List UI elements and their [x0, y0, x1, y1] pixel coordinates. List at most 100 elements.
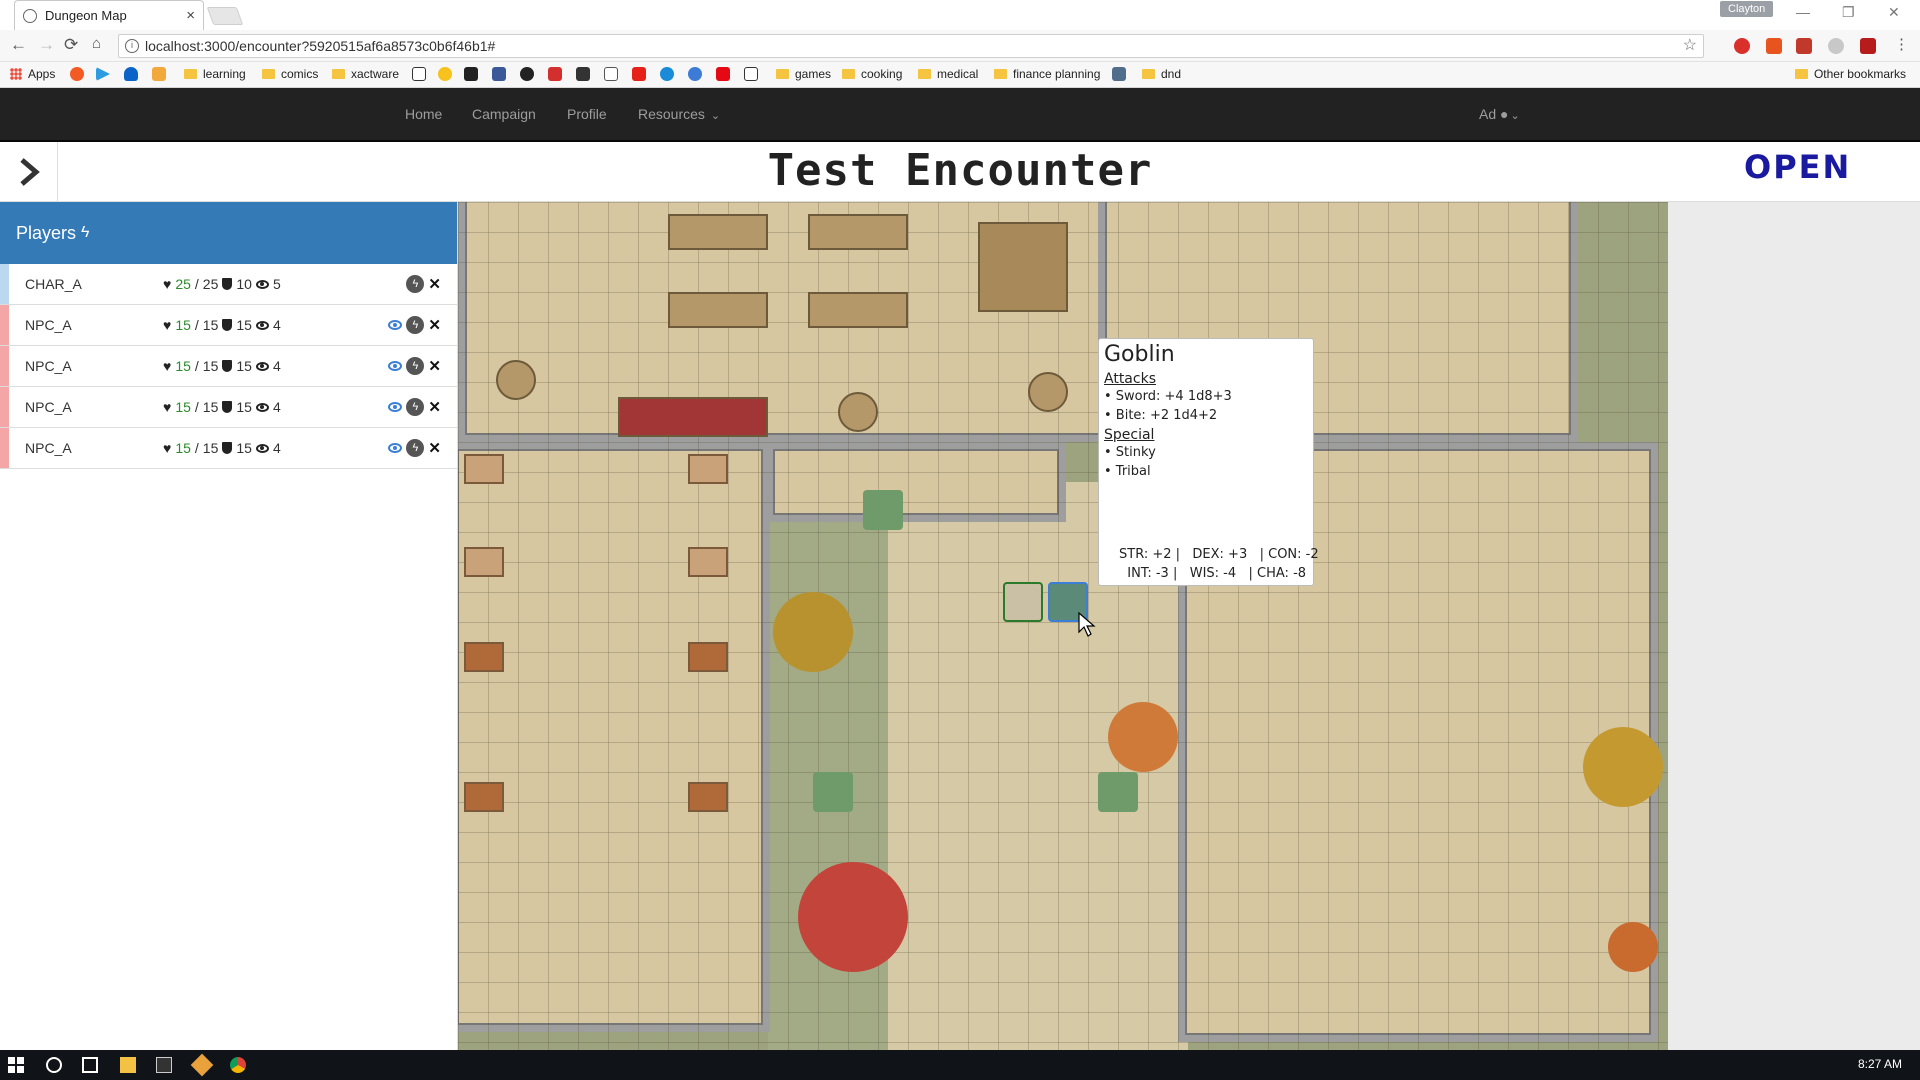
netflix-icon[interactable] [716, 67, 730, 81]
youtube-icon[interactable] [632, 67, 646, 81]
bookmark-folder-games[interactable]: games [776, 67, 831, 81]
player-row[interactable]: CHAR_A ♥ 25 / 25 10 5 ϟ ✕ [0, 264, 457, 305]
play-icon[interactable] [96, 67, 110, 81]
office-icon[interactable] [1766, 38, 1782, 54]
hp-current[interactable]: 15 [175, 358, 191, 374]
dungeon-map[interactable] [458, 202, 1668, 1050]
bookmark-folder-comics[interactable]: comics [262, 67, 318, 81]
nav-campaign[interactable]: Campaign [472, 106, 536, 122]
cloud-icon[interactable] [1828, 38, 1844, 54]
visibility-toggle-icon[interactable] [388, 361, 403, 371]
hp-current[interactable]: 25 [175, 276, 191, 292]
lightning-action-icon[interactable]: ϟ [406, 275, 425, 293]
remove-icon[interactable]: ✕ [428, 357, 441, 375]
bookmark-icon[interactable] [520, 67, 534, 81]
remove-icon[interactable]: ✕ [428, 398, 441, 416]
back-icon[interactable]: ← [10, 35, 27, 55]
chevron-down-icon: ⌄ [710, 110, 721, 122]
hp-current[interactable]: 15 [175, 440, 191, 456]
bookmark-folder-medical[interactable]: medical [918, 67, 978, 81]
terminal-icon[interactable] [156, 1057, 172, 1073]
bookmark-icon[interactable] [576, 67, 590, 81]
bookmark-folder-cooking[interactable]: cooking [842, 67, 902, 81]
lightning-action-icon[interactable]: ϟ [406, 398, 425, 416]
info-icon[interactable]: i [125, 39, 139, 53]
new-tab-button[interactable] [206, 7, 244, 25]
perception: 5 [272, 276, 281, 292]
visibility-toggle-icon[interactable] [388, 443, 403, 453]
git-icon[interactable] [190, 1053, 214, 1077]
box-icon[interactable] [152, 67, 166, 81]
player-row[interactable]: NPC_A ♥ 15 / 15 15 4 ϟ ✕ [0, 387, 457, 428]
adblock-icon[interactable] [1734, 38, 1750, 54]
forward-icon[interactable]: → [38, 35, 55, 55]
pcgamer-icon[interactable] [548, 67, 562, 81]
taskbar-clock[interactable]: 8:27 AM [1858, 1057, 1902, 1071]
home-icon[interactable]: ⌂ [92, 35, 101, 52]
nav-resources-dropdown[interactable]: Resources ⌄ [638, 106, 720, 122]
remove-icon[interactable]: ✕ [428, 316, 441, 334]
folder-icon [842, 69, 855, 79]
bookmark-icon[interactable] [70, 67, 84, 81]
map-table [668, 214, 768, 250]
remove-icon[interactable]: ✕ [428, 275, 441, 293]
goblin-token[interactable] [813, 772, 853, 812]
bookmark-icon[interactable] [688, 67, 702, 81]
bookmark-icon[interactable] [1112, 67, 1126, 81]
wikipedia-icon[interactable] [604, 67, 618, 81]
nav-profile[interactable]: Profile [567, 106, 607, 122]
visibility-toggle-icon[interactable] [388, 402, 403, 412]
reload-icon[interactable]: ⟳ [64, 35, 78, 55]
hp-current[interactable]: 15 [175, 317, 191, 333]
encounter-status[interactable]: OPEN [1744, 148, 1851, 186]
amazon-icon[interactable] [412, 67, 426, 81]
bookmark-icon[interactable] [438, 67, 452, 81]
menu-icon[interactable]: ⋮ [1894, 35, 1909, 53]
chrome-icon[interactable] [230, 1057, 246, 1073]
bookmark-apps[interactable]: Apps [10, 67, 55, 81]
nav-user-label: Ad [1479, 106, 1497, 122]
amazon-icon[interactable] [744, 67, 758, 81]
tab-close-button[interactable]: × [186, 7, 195, 24]
profile-badge[interactable]: Clayton [1720, 1, 1774, 17]
nav-home[interactable]: Home [405, 106, 442, 122]
address-bar[interactable]: i localhost:3000/encounter?5920515af6a85… [118, 34, 1704, 58]
extension-icon[interactable] [1796, 38, 1812, 54]
other-bookmarks[interactable]: Other bookmarks [1794, 67, 1906, 81]
restore-button[interactable]: ❐ [1842, 4, 1855, 21]
goblin-token[interactable] [863, 490, 903, 530]
task-view-icon[interactable] [82, 1057, 98, 1073]
bookmark-folder-xactware[interactable]: xactware [332, 67, 399, 81]
lightning-action-icon[interactable]: ϟ [406, 357, 425, 375]
facebook-icon[interactable] [492, 67, 506, 81]
visibility-toggle-icon[interactable] [388, 320, 403, 330]
player-actions: ϟ ✕ [388, 357, 441, 375]
player-row[interactable]: NPC_A ♥ 15 / 15 15 4 ϟ ✕ [0, 305, 457, 346]
pdf-icon[interactable] [1860, 38, 1876, 54]
remove-icon[interactable]: ✕ [428, 439, 441, 457]
bookmark-folder-finance-planning[interactable]: finance planning [994, 67, 1100, 81]
hp-current[interactable]: 15 [175, 399, 191, 415]
bookmark-folder-dnd[interactable]: dnd [1142, 67, 1181, 81]
player-token[interactable] [1003, 582, 1043, 622]
player-row[interactable]: NPC_A ♥ 15 / 15 15 4 ϟ ✕ [0, 428, 457, 469]
cortana-icon[interactable] [46, 1057, 62, 1073]
minimize-button[interactable]: — [1796, 4, 1810, 20]
hp-separator: / [194, 399, 199, 415]
bookmark-icon[interactable] [464, 67, 478, 81]
heart-icon: ♥ [163, 276, 172, 292]
player-row[interactable]: NPC_A ♥ 15 / 15 15 4 ϟ ✕ [0, 346, 457, 387]
onedrive-icon[interactable] [124, 67, 138, 81]
lightning-action-icon[interactable]: ϟ [406, 439, 425, 457]
close-window-button[interactable]: ✕ [1888, 4, 1900, 21]
windows-start-icon[interactable] [8, 1057, 24, 1073]
nav-user-dropdown[interactable]: Ad ● ⌄ [1479, 106, 1520, 122]
file-explorer-icon[interactable] [120, 1057, 136, 1073]
bookmark-folder-learning[interactable]: learning [184, 67, 246, 81]
bookmark-icon[interactable] [660, 67, 674, 81]
lightning-action-icon[interactable]: ϟ [406, 316, 425, 334]
lightning-icon[interactable]: ϟ [81, 224, 89, 242]
goblin-token[interactable] [1098, 772, 1138, 812]
browser-tab[interactable]: Dungeon Map × [14, 0, 204, 30]
bookmark-star-icon[interactable]: ☆ [1683, 35, 1697, 57]
